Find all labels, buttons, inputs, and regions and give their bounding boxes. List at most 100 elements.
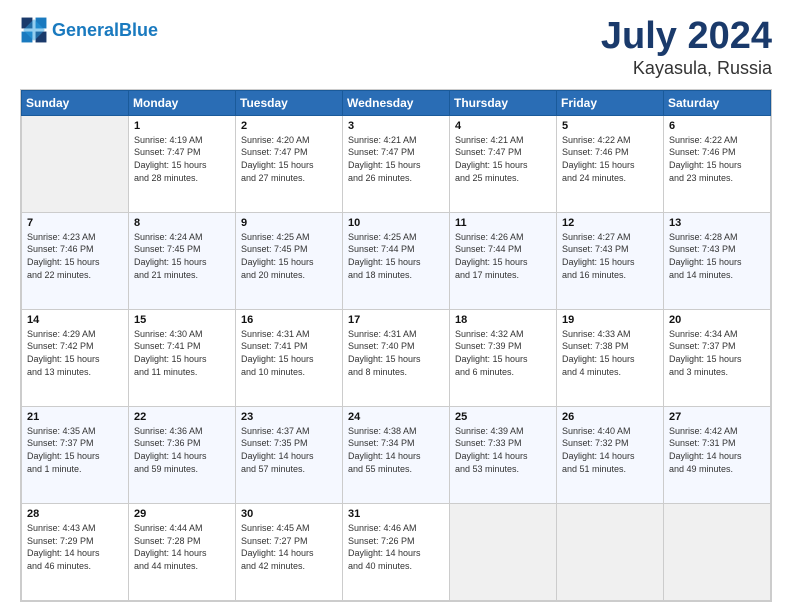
day-info: Sunrise: 4:38 AMSunset: 7:34 PMDaylight:… xyxy=(348,425,444,475)
day-info: Sunrise: 4:23 AMSunset: 7:46 PMDaylight:… xyxy=(27,231,123,281)
day-number: 10 xyxy=(348,217,444,229)
calendar-cell: 14 Sunrise: 4:29 AMSunset: 7:42 PMDayligh… xyxy=(22,309,129,406)
calendar-cell: 22 Sunrise: 4:36 AMSunset: 7:36 PMDayligh… xyxy=(129,406,236,503)
day-info: Sunrise: 4:25 AMSunset: 7:44 PMDaylight:… xyxy=(348,231,444,281)
calendar-cell: 15 Sunrise: 4:30 AMSunset: 7:41 PMDayligh… xyxy=(129,309,236,406)
day-info: Sunrise: 4:31 AMSunset: 7:41 PMDaylight:… xyxy=(241,328,337,378)
calendar: Sunday Monday Tuesday Wednesday Thursday… xyxy=(20,89,772,602)
page: GeneralBlue July 2024 Kayasula, Russia S… xyxy=(0,0,792,612)
day-number: 14 xyxy=(27,314,123,326)
col-sunday: Sunday xyxy=(22,90,129,115)
day-info: Sunrise: 4:45 AMSunset: 7:27 PMDaylight:… xyxy=(241,522,337,572)
day-info: Sunrise: 4:35 AMSunset: 7:37 PMDaylight:… xyxy=(27,425,123,475)
calendar-week-2: 7 Sunrise: 4:23 AMSunset: 7:46 PMDaylight… xyxy=(22,212,771,309)
day-number: 9 xyxy=(241,217,337,229)
calendar-cell: 16Sunrise: 4:31 AMSunset: 7:41 PMDayligh… xyxy=(236,309,343,406)
calendar-week-5: 28 Sunrise: 4:43 AMSunset: 7:29 PMDayligh… xyxy=(22,503,771,600)
calendar-cell: 6 Sunrise: 4:22 AMSunset: 7:46 PMDaylight… xyxy=(664,115,771,212)
day-number: 20 xyxy=(669,314,765,326)
day-info: Sunrise: 4:20 AMSunset: 7:47 PMDaylight:… xyxy=(241,134,337,184)
title-block: July 2024 Kayasula, Russia xyxy=(601,16,772,79)
calendar-cell xyxy=(557,503,664,600)
day-number: 27 xyxy=(669,411,765,423)
day-number: 18 xyxy=(455,314,551,326)
calendar-cell: 2Sunrise: 4:20 AMSunset: 7:47 PMDaylight… xyxy=(236,115,343,212)
day-number: 7 xyxy=(27,217,123,229)
calendar-cell: 23Sunrise: 4:37 AMSunset: 7:35 PMDayligh… xyxy=(236,406,343,503)
day-info: Sunrise: 4:36 AMSunset: 7:36 PMDaylight:… xyxy=(134,425,230,475)
logo-blue: Blue xyxy=(119,20,158,40)
day-info: Sunrise: 4:19 AMSunset: 7:47 PMDaylight:… xyxy=(134,134,230,184)
calendar-cell: 9 Sunrise: 4:25 AMSunset: 7:45 PMDaylight… xyxy=(236,212,343,309)
day-number: 6 xyxy=(669,120,765,132)
calendar-cell: 5Sunrise: 4:22 AMSunset: 7:46 PMDaylight… xyxy=(557,115,664,212)
calendar-cell: 4Sunrise: 4:21 AMSunset: 7:47 PMDaylight… xyxy=(450,115,557,212)
day-info: Sunrise: 4:26 AMSunset: 7:44 PMDaylight:… xyxy=(455,231,551,281)
main-title: July 2024 xyxy=(601,16,772,58)
day-number: 11 xyxy=(455,217,551,229)
calendar-cell: 11 Sunrise: 4:26 AMSunset: 7:44 PMDayligh… xyxy=(450,212,557,309)
day-info: Sunrise: 4:21 AMSunset: 7:47 PMDaylight:… xyxy=(348,134,444,184)
day-number: 25 xyxy=(455,411,551,423)
day-info: Sunrise: 4:28 AMSunset: 7:43 PMDaylight:… xyxy=(669,231,765,281)
calendar-cell: 13 Sunrise: 4:28 AMSunset: 7:43 PMDayligh… xyxy=(664,212,771,309)
calendar-cell: 21 Sunrise: 4:35 AMSunset: 7:37 PMDayligh… xyxy=(22,406,129,503)
logo-general: General xyxy=(52,20,119,40)
day-info: Sunrise: 4:32 AMSunset: 7:39 PMDaylight:… xyxy=(455,328,551,378)
col-monday: Monday xyxy=(129,90,236,115)
day-number: 26 xyxy=(562,411,658,423)
day-info: Sunrise: 4:40 AMSunset: 7:32 PMDaylight:… xyxy=(562,425,658,475)
day-info: Sunrise: 4:25 AMSunset: 7:45 PMDaylight:… xyxy=(241,231,337,281)
day-info: Sunrise: 4:27 AMSunset: 7:43 PMDaylight:… xyxy=(562,231,658,281)
col-tuesday: Tuesday xyxy=(236,90,343,115)
calendar-cell: 20 Sunrise: 4:34 AMSunset: 7:37 PMDayligh… xyxy=(664,309,771,406)
day-number: 22 xyxy=(134,411,230,423)
day-info: Sunrise: 4:42 AMSunset: 7:31 PMDaylight:… xyxy=(669,425,765,475)
calendar-cell: 29 Sunrise: 4:44 AMSunset: 7:28 PMDayligh… xyxy=(129,503,236,600)
calendar-cell: 10 Sunrise: 4:25 AMSunset: 7:44 PMDayligh… xyxy=(343,212,450,309)
calendar-cell xyxy=(22,115,129,212)
logo: GeneralBlue xyxy=(20,16,158,44)
calendar-cell: 24Sunrise: 4:38 AMSunset: 7:34 PMDayligh… xyxy=(343,406,450,503)
day-info: Sunrise: 4:24 AMSunset: 7:45 PMDaylight:… xyxy=(134,231,230,281)
calendar-cell: 7 Sunrise: 4:23 AMSunset: 7:46 PMDaylight… xyxy=(22,212,129,309)
calendar-week-4: 21 Sunrise: 4:35 AMSunset: 7:37 PMDayligh… xyxy=(22,406,771,503)
calendar-cell xyxy=(664,503,771,600)
calendar-cell: 3 Sunrise: 4:21 AMSunset: 7:47 PMDaylight… xyxy=(343,115,450,212)
calendar-cell: 25Sunrise: 4:39 AMSunset: 7:33 PMDayligh… xyxy=(450,406,557,503)
day-number: 17 xyxy=(348,314,444,326)
col-thursday: Thursday xyxy=(450,90,557,115)
day-number: 30 xyxy=(241,508,337,520)
day-info: Sunrise: 4:29 AMSunset: 7:42 PMDaylight:… xyxy=(27,328,123,378)
calendar-cell: 18 Sunrise: 4:32 AMSunset: 7:39 PMDayligh… xyxy=(450,309,557,406)
col-wednesday: Wednesday xyxy=(343,90,450,115)
day-number: 21 xyxy=(27,411,123,423)
day-info: Sunrise: 4:30 AMSunset: 7:41 PMDaylight:… xyxy=(134,328,230,378)
day-number: 23 xyxy=(241,411,337,423)
day-number: 12 xyxy=(562,217,658,229)
day-info: Sunrise: 4:46 AMSunset: 7:26 PMDaylight:… xyxy=(348,522,444,572)
calendar-cell: 28 Sunrise: 4:43 AMSunset: 7:29 PMDayligh… xyxy=(22,503,129,600)
day-number: 1 xyxy=(134,120,230,132)
day-number: 29 xyxy=(134,508,230,520)
day-info: Sunrise: 4:43 AMSunset: 7:29 PMDaylight:… xyxy=(27,522,123,572)
day-info: Sunrise: 4:22 AMSunset: 7:46 PMDaylight:… xyxy=(669,134,765,184)
calendar-cell xyxy=(450,503,557,600)
calendar-cell: 1 Sunrise: 4:19 AMSunset: 7:47 PMDaylight… xyxy=(129,115,236,212)
sub-title: Kayasula, Russia xyxy=(601,58,772,79)
day-number: 19 xyxy=(562,314,658,326)
day-number: 28 xyxy=(27,508,123,520)
day-number: 15 xyxy=(134,314,230,326)
day-info: Sunrise: 4:21 AMSunset: 7:47 PMDaylight:… xyxy=(455,134,551,184)
day-number: 3 xyxy=(348,120,444,132)
day-info: Sunrise: 4:44 AMSunset: 7:28 PMDaylight:… xyxy=(134,522,230,572)
logo-text: GeneralBlue xyxy=(52,20,158,41)
calendar-cell: 26 Sunrise: 4:40 AMSunset: 7:32 PMDayligh… xyxy=(557,406,664,503)
calendar-week-3: 14 Sunrise: 4:29 AMSunset: 7:42 PMDayligh… xyxy=(22,309,771,406)
day-info: Sunrise: 4:33 AMSunset: 7:38 PMDaylight:… xyxy=(562,328,658,378)
day-number: 8 xyxy=(134,217,230,229)
day-number: 13 xyxy=(669,217,765,229)
calendar-cell: 30 Sunrise: 4:45 AMSunset: 7:27 PMDayligh… xyxy=(236,503,343,600)
calendar-cell: 31Sunrise: 4:46 AMSunset: 7:26 PMDayligh… xyxy=(343,503,450,600)
day-info: Sunrise: 4:34 AMSunset: 7:37 PMDaylight:… xyxy=(669,328,765,378)
